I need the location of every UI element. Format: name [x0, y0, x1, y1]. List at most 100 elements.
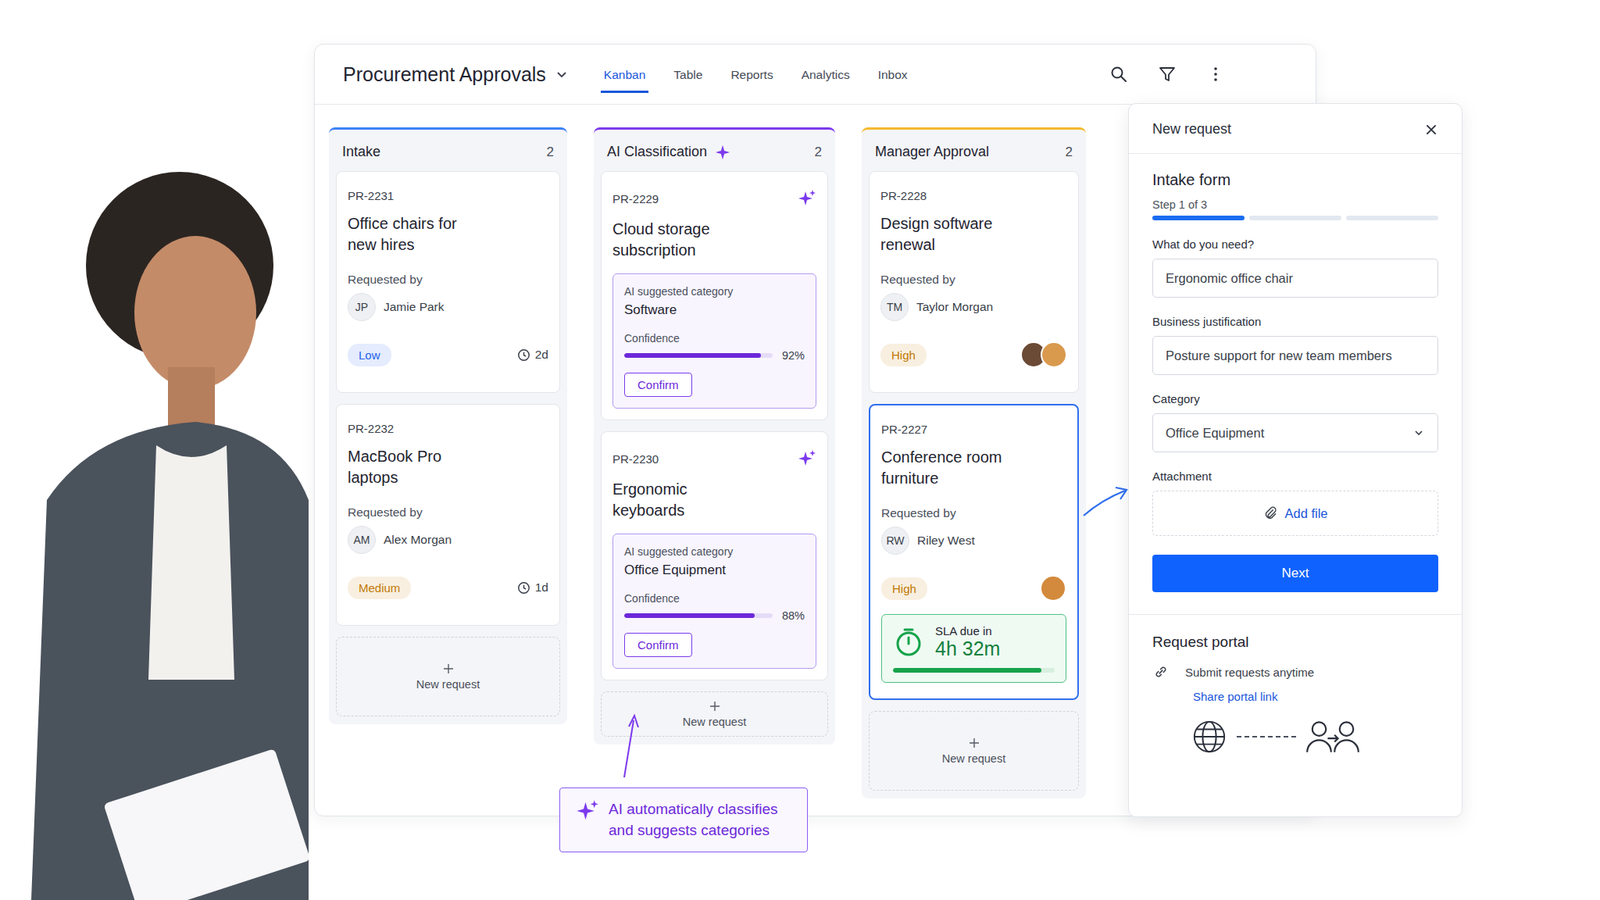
step-segment [1346, 215, 1439, 221]
globe-icon [1191, 718, 1228, 755]
request-id: PR-2231 [347, 189, 394, 203]
requester-avatar: TM [880, 292, 909, 322]
step-segment [1249, 215, 1342, 221]
view-tab[interactable]: Inbox [875, 67, 911, 93]
requester-name: Taylor Morgan [916, 300, 993, 315]
new-request-button[interactable]: New request [600, 691, 829, 737]
next-button[interactable]: Next [1152, 554, 1439, 593]
suggestion-label: AI suggested category [624, 545, 733, 558]
search-icon[interactable] [1109, 64, 1129, 84]
confidence-bar [624, 613, 773, 618]
form-field: What do you need?Ergonomic office chair [1152, 237, 1439, 298]
board-selector[interactable]: Procurement Approvals [342, 63, 568, 86]
link-icon [1152, 663, 1170, 681]
panel-title: New request [1152, 121, 1232, 138]
more-icon[interactable] [1206, 64, 1225, 84]
filter-icon[interactable] [1157, 64, 1177, 84]
portal-illustration [1191, 718, 1439, 755]
request-title: Design software renewal [880, 213, 1018, 256]
confidence-value: 92% [782, 349, 805, 362]
request-card[interactable]: PR-2227 Conference room furniture Requeste… [868, 403, 1079, 700]
field-label: Category [1152, 392, 1439, 406]
requester-name: Alex Morgan [383, 532, 452, 547]
step-progress [1152, 215, 1439, 221]
priority-badge: High [880, 343, 927, 367]
requester-name: Jamie Park [383, 300, 445, 315]
ai-suggestion: AI suggested categorySoftwareConfidence9… [612, 273, 817, 409]
add-file-button[interactable]: Add file [1152, 490, 1439, 536]
confirm-button[interactable]: Confirm [624, 372, 693, 397]
request-id: PR-2229 [612, 192, 659, 206]
view-tab[interactable]: Table [670, 67, 706, 93]
form-field: Business justification Posture support fo… [1152, 314, 1439, 375]
priority-badge: Low [347, 343, 392, 367]
suggestion-label: AI suggested category [624, 285, 733, 298]
view-tab[interactable]: Reports [727, 67, 776, 93]
priority-badge: Medium [347, 576, 411, 600]
age-text: 2d [535, 347, 549, 362]
chevron-down-icon [1412, 426, 1425, 440]
assignee-avatar[interactable] [1040, 341, 1068, 368]
text-input[interactable]: Ergonomic office chair [1152, 258, 1439, 298]
request-card[interactable]: PR-2230Ergonomic keyboardsAI suggested c… [600, 431, 829, 681]
assignees [1026, 341, 1068, 368]
confidence-bar [624, 353, 773, 358]
request-title: Cloud storage subscription [612, 218, 750, 261]
form-field: Category Office Equipment [1152, 392, 1439, 453]
plus-icon [442, 662, 455, 675]
request-title: Ergonomic keyboards [612, 478, 750, 522]
ai-callout: AI automatically classifies and suggests… [559, 787, 808, 853]
sla-label: SLA due in [935, 624, 1000, 638]
clock-icon [517, 348, 531, 362]
age-text: 1d [535, 580, 549, 595]
request-title: Conference room furniture [881, 446, 1018, 490]
assignee-avatar[interactable] [1039, 575, 1067, 602]
requester-name: Riley West [917, 533, 975, 548]
column-header: Intake 2 [335, 129, 561, 172]
request-card[interactable]: PR-2231Office chairs for new hiresReques… [335, 171, 561, 393]
text-input[interactable]: Posture support for new team members [1152, 335, 1439, 375]
board-title: Procurement Approvals [342, 63, 547, 86]
request-id: PR-2232 [347, 421, 394, 436]
request-id: PR-2228 [880, 189, 927, 203]
requested-by-label: Requested by [881, 506, 1067, 521]
view-tab[interactable]: Kanban [600, 67, 649, 93]
step-segment [1152, 215, 1245, 221]
toolbar [1109, 64, 1225, 84]
requested-by-label: Requested by [347, 272, 549, 287]
requester: AMAlex Morgan [347, 525, 549, 554]
sla-box: SLA due in4h 32m [881, 614, 1067, 683]
requested-by-label: Requested by [347, 505, 549, 520]
request-card[interactable]: PR-2228Design software renewalRequested … [868, 171, 1079, 393]
share-portal-link[interactable]: Share portal link [1192, 689, 1439, 704]
new-request-button[interactable]: New request [335, 636, 561, 717]
portal-title: Request portal [1152, 633, 1439, 651]
plus-icon [708, 700, 722, 713]
category-select[interactable]: Office Equipment [1152, 413, 1439, 453]
ai-suggestion: AI suggested category Office Equipment Con… [612, 533, 817, 669]
header-bar: Procurement Approvals Kanban Table Reports A… [314, 44, 1316, 105]
portal-description: Submit requests anytime [1185, 665, 1315, 679]
chevron-down-icon [555, 67, 568, 81]
people-icon [1305, 719, 1361, 754]
requester-avatar: JP [347, 292, 376, 322]
requester: RWRiley West [881, 526, 1067, 555]
person-photo [0, 132, 309, 900]
column-count: 2 [1065, 144, 1073, 161]
column-header: Manager Approval 2 [868, 129, 1079, 172]
request-id: PR-2227 [881, 422, 928, 436]
suggested-category: Office Equipment [624, 562, 726, 579]
new-request-button[interactable]: New request [868, 710, 1079, 791]
timer-icon [892, 626, 925, 658]
confirm-button[interactable]: Confirm [624, 632, 693, 658]
request-card[interactable]: PR-2232MacBook Pro laptopsRequested byAM… [335, 403, 561, 626]
close-icon[interactable] [1424, 122, 1439, 137]
view-tab[interactable]: Analytics [798, 67, 854, 93]
new-request-label: New request [416, 678, 480, 691]
field-label: Business justification [1152, 314, 1439, 329]
priority-badge: High [881, 577, 928, 600]
column-title: AI Classification [607, 143, 731, 161]
request-card[interactable]: PR-2229 Cloud storage subscription AI sugg… [600, 171, 829, 421]
confidence-value: 88% [782, 609, 805, 622]
sla-progress [892, 667, 1055, 673]
